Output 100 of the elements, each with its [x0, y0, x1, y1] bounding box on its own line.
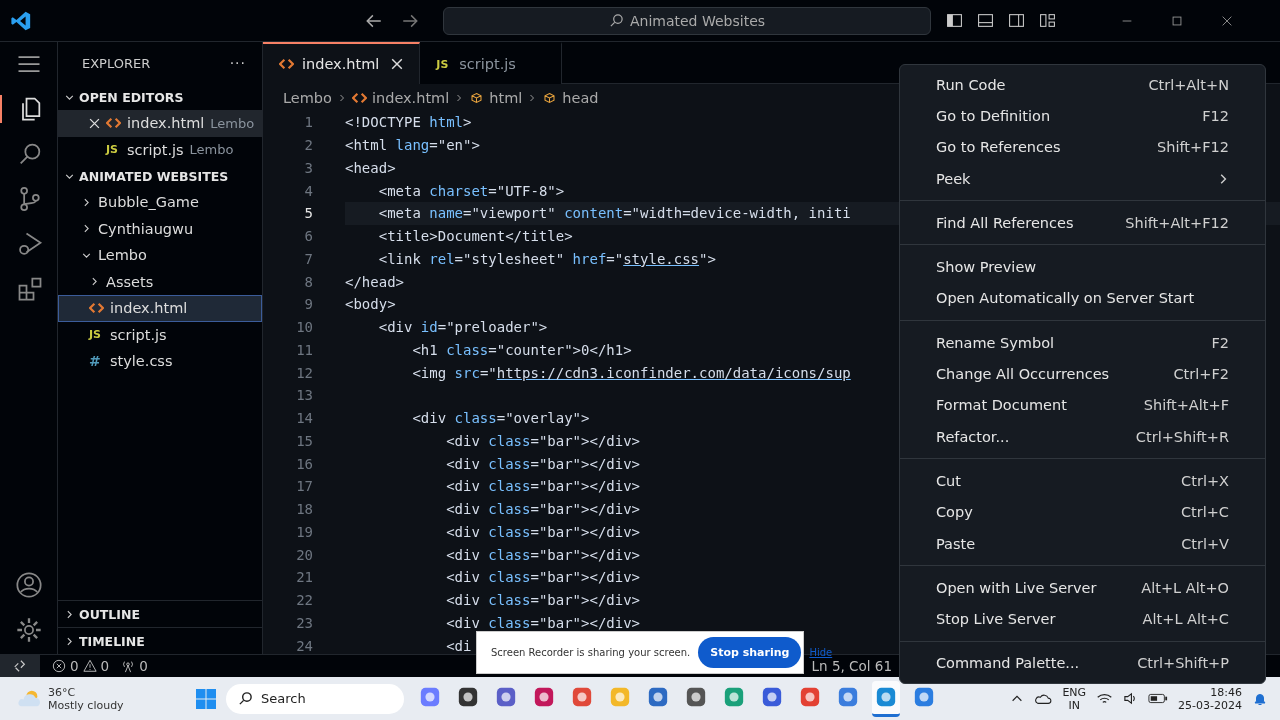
tree-label: script.js — [110, 326, 167, 343]
menu-item[interactable]: Rename Symbol F2 — [900, 327, 1265, 359]
menu-item[interactable]: Format Document Shift+Alt+F — [900, 389, 1265, 421]
menu-item[interactable]: Stop Live Server Alt+L Alt+C — [900, 603, 1265, 635]
maximize-icon[interactable] — [1170, 13, 1184, 28]
open-editor-item[interactable]: index.html Lembo — [58, 110, 262, 137]
code-line: <di — [445, 637, 472, 654]
shortcut: Alt+L Alt+O — [1141, 579, 1229, 596]
file-type-icon: # — [89, 353, 104, 370]
line-number: 1 — [303, 114, 313, 131]
code-line: <body> — [345, 296, 396, 313]
shortcut: F2 — [1211, 334, 1229, 351]
shortcut: Shift+F12 — [1157, 139, 1229, 156]
close-icon[interactable] — [89, 117, 100, 129]
menu-item[interactable]: Change All Occurrences Ctrl+F2 — [900, 358, 1265, 390]
app-icon — [761, 686, 783, 708]
menu-item[interactable]: Open Automatically on Server Start — [900, 282, 1265, 315]
code-line: <div class="bar"></div> — [445, 592, 641, 609]
line-number: 3 — [303, 159, 313, 176]
app-icon — [799, 686, 821, 708]
search-icon — [608, 13, 624, 28]
breadcrumb-item[interactable]: Lembo — [283, 89, 332, 106]
menu-label: Show Preview — [936, 259, 1037, 276]
tree-label: Bubble_Game — [98, 194, 199, 211]
menu-label: Go to References — [936, 139, 1061, 156]
menu-item[interactable]: Go to References Shift+F12 — [900, 131, 1265, 163]
close-icon[interactable] — [391, 58, 404, 70]
ports-button[interactable]: 0 — [121, 658, 148, 674]
secondary-sidebar-icon[interactable] — [1008, 12, 1025, 29]
line-number: 16 — [295, 455, 313, 472]
menu-label: Go to Definition — [936, 107, 1051, 124]
tree-item[interactable]: Assets — [58, 268, 262, 295]
settings-icon[interactable] — [14, 616, 43, 644]
menu-item[interactable]: Run Code Ctrl+Alt+N — [900, 69, 1265, 101]
menu-item[interactable]: Show Preview — [900, 251, 1265, 283]
menu-item[interactable]: Copy Ctrl+C — [900, 496, 1265, 528]
sidebar-toggle-icon[interactable] — [946, 12, 963, 29]
app-icon — [647, 686, 669, 708]
menu-item[interactable]: Open with Live Server Alt+L Alt+O — [900, 572, 1265, 604]
tree-label: index.html — [110, 300, 188, 317]
breadcrumb-item[interactable]: html — [489, 89, 523, 106]
editor-tab[interactable]: index.html — [263, 42, 421, 84]
line-number: 19 — [295, 523, 313, 540]
tree-label: style.css — [110, 353, 173, 370]
menu-item[interactable]: Command Palette... Ctrl+Shift+P — [900, 647, 1265, 680]
menu-label: Rename Symbol — [936, 334, 1055, 351]
clock[interactable]: 18:46 25-03-2024 — [1178, 685, 1242, 712]
tree-item[interactable]: Bubble_Game — [58, 189, 262, 216]
remote-button[interactable] — [0, 655, 40, 677]
section-header[interactable]: OUTLINE — [58, 600, 262, 627]
shortcut: Alt+L Alt+C — [1142, 611, 1229, 628]
cursor-position[interactable]: Ln 5, Col 61 — [811, 658, 892, 674]
tree-item[interactable]: # style.css — [58, 348, 262, 375]
taskbar-search-field[interactable]: Search — [226, 683, 404, 714]
menu-item[interactable]: Cut Ctrl+X — [900, 465, 1265, 497]
layout-icon[interactable] — [1039, 12, 1056, 29]
menu-item[interactable]: Paste Ctrl+V — [900, 527, 1265, 560]
line-number: 5 — [303, 205, 313, 222]
section-header[interactable]: ANIMATED WEBSITES — [58, 163, 262, 189]
command-search-field[interactable]: Animated Websites — [443, 6, 931, 35]
tree-item[interactable]: JS script.js — [58, 321, 262, 348]
section-header[interactable]: OPEN EDITORS — [58, 84, 262, 110]
tree-item[interactable]: Lembo — [58, 242, 262, 269]
more-actions-button[interactable]: ··· — [229, 55, 246, 71]
menu-label: Find All References — [936, 214, 1074, 231]
temperature: 36°C — [48, 685, 77, 699]
menu-item[interactable]: Peek — [900, 162, 1265, 195]
shortcut: Shift+Alt+F12 — [1125, 214, 1229, 231]
menu-item[interactable]: Go to Definition F12 — [900, 100, 1265, 132]
app-icon — [571, 686, 593, 708]
battery-icon[interactable] — [1148, 693, 1169, 704]
line-number: 12 — [295, 364, 313, 381]
code-line: <div class="overlay"> — [411, 410, 590, 427]
account-icon[interactable] — [14, 571, 43, 599]
menu-label: Open Automatically on Server Start — [936, 290, 1195, 307]
panel-toggle-icon[interactable] — [977, 12, 994, 29]
breadcrumb-item[interactable]: index.html — [371, 89, 450, 106]
shortcut: Shift+Alt+F — [1143, 397, 1229, 414]
menu-item[interactable]: Find All References Shift+Alt+F12 — [900, 207, 1265, 239]
stop-sharing-button[interactable]: Stop sharing — [698, 637, 802, 668]
app-icon — [533, 686, 555, 708]
start-icon[interactable] — [196, 688, 216, 709]
open-editor-item[interactable]: JS script.js Lembo — [58, 136, 262, 163]
problems-button[interactable]: 0 0 — [52, 658, 110, 674]
file-type-icon: JS — [436, 57, 452, 71]
folder-label: Lembo — [189, 142, 234, 158]
error-icon — [52, 659, 66, 673]
breadcrumb-item[interactable]: head — [562, 89, 599, 106]
tab-label: index.html — [302, 56, 380, 72]
wifi-icon[interactable] — [1096, 691, 1114, 706]
section-title: OUTLINE — [79, 606, 140, 622]
menu-label: Stop Live Server — [936, 611, 1056, 628]
code-line: <div class="bar"></div> — [445, 614, 641, 631]
menu-item[interactable]: Refactor... Ctrl+Shift+R — [900, 420, 1265, 453]
menu-label: Command Palette... — [936, 655, 1080, 672]
line-number: 4 — [303, 182, 313, 199]
language-indicator[interactable]: ENG IN — [1062, 685, 1087, 712]
tree-item[interactable]: Cynthiaugwu — [58, 215, 262, 242]
tree-item[interactable]: index.html — [58, 295, 262, 322]
editor-tab[interactable]: JS script.js — [420, 42, 563, 84]
